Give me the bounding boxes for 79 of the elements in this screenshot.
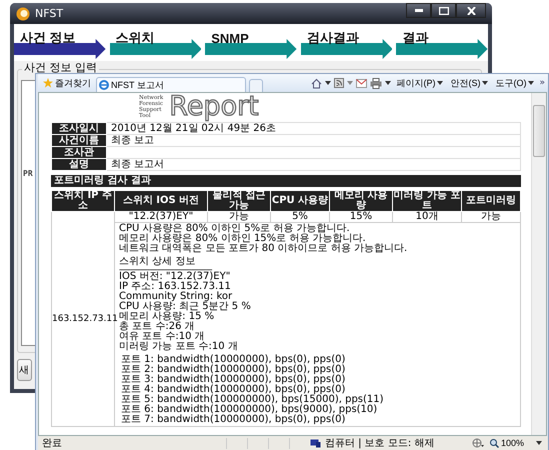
table-cell: 15% [330,212,392,222]
new-button[interactable]: 새 [17,359,32,381]
port-line: 포트 2: bandwidth(10000000), bps(0), pps(0) [120,365,346,375]
mail-icon[interactable] [356,78,368,88]
column-header: 메모리 사용량 [330,190,392,212]
report-title: Report [169,93,259,121]
print-icon[interactable] [370,78,382,88]
browser-tab[interactable]: NFST 보고서 [96,77,246,92]
table-cell: "12.2(37)EY" [114,212,208,222]
detail-line: 메모리 사용량: 15 % [119,312,216,322]
globe-icon[interactable] [472,438,484,448]
info-label: 조사일시 [52,122,106,134]
table-cell: 가능 [208,212,270,222]
minimize-icon [414,9,422,12]
menu-button[interactable]: 안전(S) [448,76,490,90]
column-header: 스위치 IP 주소 [52,190,114,212]
caret-icon [528,81,534,85]
close-button[interactable] [456,3,486,18]
caret-icon [482,81,488,85]
table-cell: 가능 [462,212,520,222]
star-icon [43,78,53,88]
detail-line: Community String: kor [119,292,232,302]
summary-line: 메모리 사용량은 80% 이하인 15%로 허용 가능합니다. [119,234,366,244]
detail-line: IOS 버전: "12.2(37)EY" [119,272,232,282]
detail-line: IP 주소: 163.152.73.11 [119,282,231,292]
port-line: 포트 5: bandwidth(100000000), bps(15000), pps(11) [120,395,385,405]
info-label: 조사관 [52,146,106,158]
status-text: 완료 [42,437,63,450]
maximize-button[interactable] [431,3,456,18]
zoom-icon [490,438,499,448]
info-value: 최종 보고 [106,134,520,146]
zone-text: 컴퓨터 | 보호 모드: 해제 [325,437,434,450]
detail-title: 스위치 상세 정보 [119,257,196,267]
maximize-icon [438,6,448,14]
table-cell: 5% [270,212,330,222]
caret-icon [437,81,444,85]
column-header: 물리적 접근가능 [208,190,270,212]
menu-button[interactable]: 페이지(P) [394,76,446,90]
detail-line: 총 포트 수:26 개 [119,322,195,332]
section-header: 포트미러링 검사 결과 [51,175,521,187]
minimize-button[interactable] [406,3,431,18]
column-header: 스위치 IOS 버전 [114,190,208,212]
info-value: 2010년 12월 21일 02시 49분 26초 [106,122,520,134]
info-label: 설명 [52,158,106,170]
group-title: 사건 정보 입력 [22,62,99,73]
port-line: 포트 3: bandwidth(10000000), bps(0), pps(0) [120,375,346,385]
window-title: NFST [35,7,64,20]
browser-icon [99,80,109,90]
home-icon[interactable] [311,78,322,88]
info-label: 사건이름 [52,134,106,146]
feed-icon[interactable] [334,78,344,88]
app-icon [16,6,30,20]
caret-icon[interactable] [385,81,392,85]
close-icon [466,6,476,14]
summary-line: 네트워크 대역폭은 모든 포트가 80 이하이므로 허용 가능합니다. [119,244,408,254]
caret-icon [536,441,542,445]
table-cell: 163.152.73.11 [52,212,114,426]
port-line: 포트 4: bandwidth(10000000), bps(0), pps(0) [120,385,346,395]
detail-line: 미러링 가능 포트 수:10 개 [119,342,239,352]
favorites-button[interactable]: 즐겨찾기 [41,76,93,90]
menu-button[interactable]: 도구(O) [493,76,536,90]
detail-line: CPU 사용량: 최근 5분간 5 % [119,302,252,312]
info-value: 최종 보고서 [106,158,520,170]
port-line: 포트 1: bandwidth(10000000), bps(0), pps(0) [120,355,346,365]
column-header: CPU 사용량 [270,190,330,212]
scrollbar[interactable] [531,93,546,435]
column-header: 포트미러링 [462,190,520,212]
divider-line: ------------------------------------------------- [119,267,212,272]
detail-line: 여유 포트 수:10 개 [119,332,205,342]
port-line: 포트 6: bandwidth(100000000), bps(9000), pps(10) [120,405,378,415]
more-button[interactable]: » [539,78,545,88]
caret-icon[interactable] [325,81,332,85]
field-label: PR [23,169,33,178]
zoom-button[interactable]: 100% [488,438,544,448]
computer-icon [310,438,321,448]
port-line: 포트 7: bandwidth(10000000), bps(0), pps(0) [120,415,346,425]
column-header: 미러링 가능 포트 [392,190,462,212]
table-cell: 10개 [392,212,462,222]
summary-line: CPU 사용량은 80% 이하인 5%로 허용 가능합니다. [119,224,350,234]
